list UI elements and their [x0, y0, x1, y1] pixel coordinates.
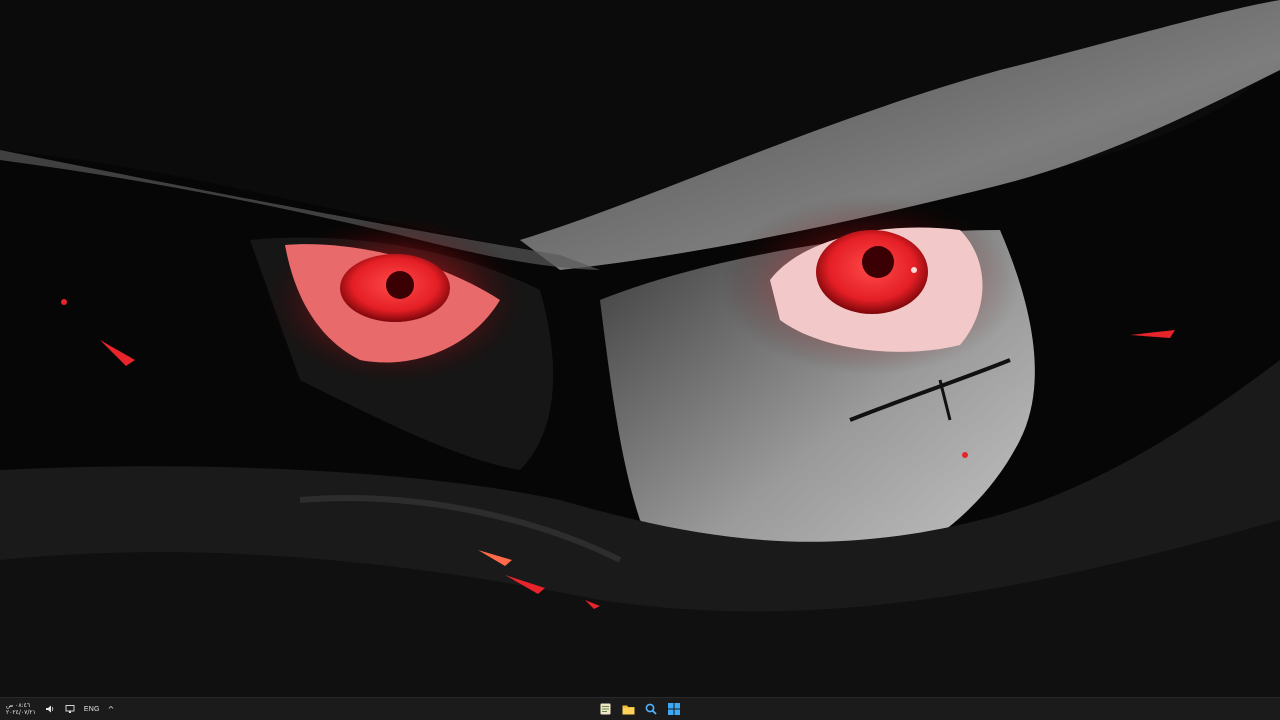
file-explorer-icon[interactable] — [620, 701, 636, 717]
volume-icon[interactable] — [44, 703, 56, 715]
start-icon[interactable] — [666, 701, 682, 717]
clock[interactable]: ٠٨:٤٦ ص ٢٠٢٤/٠٧/٢١ — [6, 702, 36, 716]
search-icon[interactable] — [643, 701, 659, 717]
clock-time: ٠٨:٤٦ ص — [6, 702, 31, 709]
pinned-apps — [597, 700, 682, 718]
network-icon[interactable] — [64, 703, 76, 715]
taskbar: ٠٨:٤٦ ص ٢٠٢٤/٠٧/٢١ ENG ^ — [0, 697, 1280, 720]
notepad-icon[interactable] — [597, 701, 613, 717]
system-tray: ٠٨:٤٦ ص ٢٠٢٤/٠٧/٢١ ENG ^ — [6, 698, 114, 720]
language-indicator[interactable]: ENG — [84, 706, 100, 713]
desktop-wallpaper — [0, 0, 1280, 697]
clock-date: ٢٠٢٤/٠٧/٢١ — [6, 709, 36, 716]
chevron-up-icon[interactable]: ^ — [108, 705, 115, 714]
